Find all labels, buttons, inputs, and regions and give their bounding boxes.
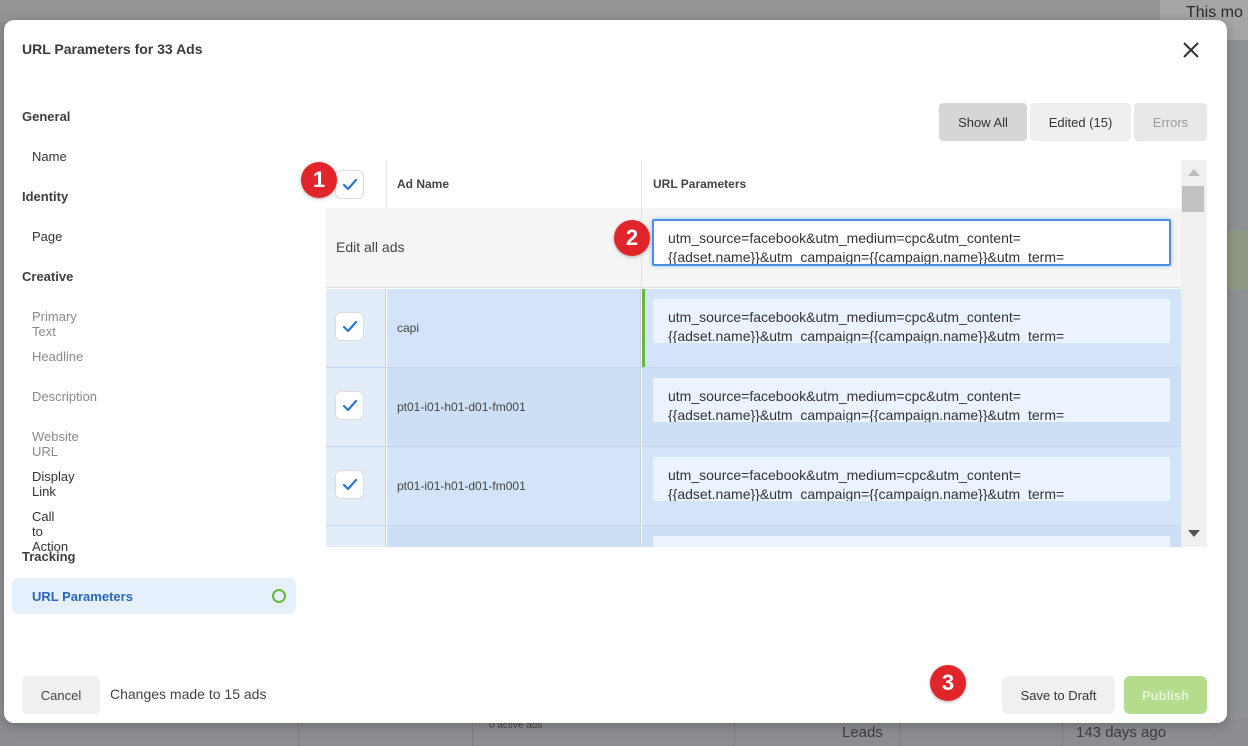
changes-summary: Changes made to 15 ads (110, 686, 267, 702)
cancel-button[interactable]: Cancel (22, 676, 100, 714)
publish-button[interactable]: Publish (1124, 676, 1207, 714)
filter-edited-button[interactable]: Edited (15) (1030, 103, 1131, 141)
ad-name-cell (387, 526, 641, 547)
table-row[interactable]: capi utm_source=facebook&utm_medium=cpc&… (326, 289, 1181, 368)
ad-name-cell: pt01-i01-h01-d01-fm001 (387, 368, 641, 446)
edited-marker (642, 289, 645, 367)
ad-name: pt01-i01-h01-d01-fm001 (397, 479, 526, 493)
nav-item-label: URL Parameters (32, 589, 133, 604)
table-row[interactable]: pt01-i01-h01-d01-fm001 utm_source=facebo… (326, 368, 1181, 447)
ad-name: capi (397, 321, 420, 335)
checkmark-icon (342, 478, 358, 491)
nav-item-description[interactable]: Description (32, 389, 97, 404)
url-parameters-cell (642, 526, 1181, 547)
save-to-draft-button[interactable]: Save to Draft (1002, 676, 1115, 714)
row-select-cell (326, 289, 386, 367)
table-scrollbar[interactable] (1181, 160, 1207, 547)
nav-section-creative: Creative (22, 269, 74, 284)
column-header-ad-name[interactable]: Ad Name (397, 177, 449, 191)
nav-item-url-parameters[interactable]: URL Parameters (12, 578, 296, 614)
url-parameters-input[interactable] (653, 536, 1170, 547)
nav-section-tracking: Tracking (22, 549, 76, 564)
filter-show-all-button[interactable]: Show All (939, 103, 1027, 141)
nav-item-display-link[interactable]: Display Link (32, 469, 75, 499)
edit-all-label: Edit all ads (336, 239, 405, 255)
column-divider (386, 160, 387, 208)
ads-table: Ad Name URL Parameters Edit all ads utm_… (326, 160, 1181, 547)
nav-item-website-url[interactable]: Website URL (32, 429, 79, 459)
nav-item-headline[interactable]: Headline (32, 349, 83, 364)
close-button[interactable] (1180, 39, 1202, 61)
select-all-checkbox[interactable] (335, 170, 364, 199)
callout-badge-1: 1 (301, 162, 337, 198)
table-header: Ad Name URL Parameters (326, 160, 1181, 208)
nav-section-identity: Identity (22, 189, 69, 204)
url-parameters-input[interactable]: utm_source=facebook&utm_medium=cpc&utm_c… (653, 457, 1170, 501)
scroll-down-arrow-icon[interactable] (1188, 530, 1200, 537)
column-header-url-parameters[interactable]: URL Parameters (653, 177, 746, 191)
column-divider (641, 160, 642, 208)
checkmark-icon (342, 178, 358, 191)
nav-item-page[interactable]: Page (32, 229, 62, 244)
background-age-text: 143 days ago (1076, 724, 1167, 741)
table-row[interactable] (326, 526, 1181, 547)
row-checkbox[interactable] (335, 391, 364, 420)
url-parameters-input[interactable]: utm_source=facebook&utm_medium=cpc&utm_c… (653, 378, 1170, 422)
row-checkbox[interactable] (335, 312, 364, 341)
background-highlight (1228, 230, 1248, 290)
row-checkbox[interactable] (335, 470, 364, 499)
scroll-up-arrow-icon[interactable] (1188, 169, 1200, 176)
nav-item-name[interactable]: Name (32, 149, 67, 164)
url-parameters-cell: utm_source=facebook&utm_medium=cpc&utm_c… (642, 289, 1181, 367)
nav-item-primary-text[interactable]: Primary Text (32, 309, 77, 339)
ad-name: pt01-i01-h01-d01-fm001 (397, 400, 526, 414)
background-top-strip (0, 0, 1248, 22)
table-row[interactable]: pt01-i01-h01-d01-fm001 utm_source=facebo… (326, 447, 1181, 526)
edit-all-row: Edit all ads utm_source=facebook&utm_med… (326, 208, 1181, 288)
callout-badge-2: 2 (614, 220, 650, 256)
ad-name-cell: pt01-i01-h01-d01-fm001 (387, 447, 641, 525)
callout-badge-3: 3 (930, 665, 966, 701)
nav-item-call-to-action[interactable]: Call to Action (32, 509, 68, 554)
row-select-cell (326, 447, 386, 525)
ad-name-cell: capi (387, 289, 641, 367)
nav-section-general: General (22, 109, 71, 124)
url-parameters-modal: URL Parameters for 33 Ads General Name I… (4, 20, 1227, 723)
background-objective-text: Leads (842, 724, 883, 741)
url-parameters-cell: utm_source=facebook&utm_medium=cpc&utm_c… (642, 447, 1181, 525)
close-icon (1183, 42, 1199, 58)
url-parameters-cell: utm_source=facebook&utm_medium=cpc&utm_c… (642, 368, 1181, 446)
circle-ring-icon (272, 589, 286, 603)
url-parameters-input[interactable]: utm_source=facebook&utm_medium=cpc&utm_c… (653, 299, 1170, 343)
checkmark-icon (342, 320, 358, 333)
edit-all-url-parameters-input[interactable]: utm_source=facebook&utm_medium=cpc&utm_c… (652, 219, 1171, 266)
filter-errors-button[interactable]: Errors (1134, 103, 1207, 141)
scroll-thumb[interactable] (1182, 186, 1204, 212)
modal-title: URL Parameters for 33 Ads (22, 41, 203, 57)
row-select-cell (326, 526, 386, 547)
row-select-cell (326, 368, 386, 446)
checkmark-icon (342, 399, 358, 412)
